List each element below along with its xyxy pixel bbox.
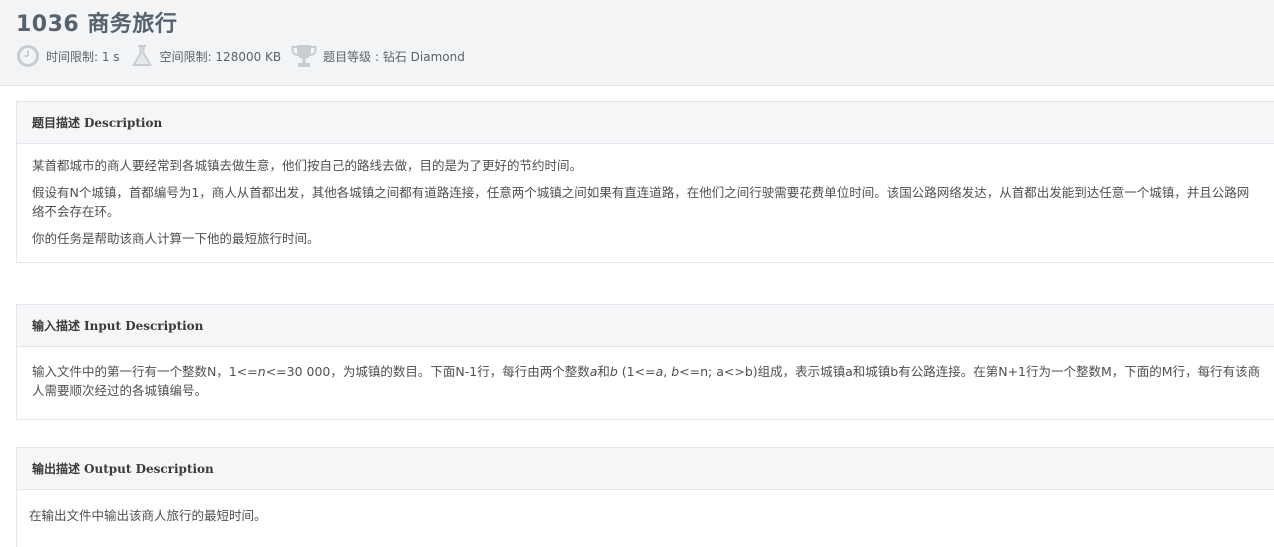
input-heading: 输入描述 Input Description — [17, 305, 1274, 347]
description-body: 某首都城市的商人要经常到各城镇去做生意，他们按自己的路线去做，目的是为了更好的节… — [17, 144, 1274, 262]
input-body: 输入文件中的第一行有一个整数N，1<=n<=30 000，为城镇的数目。下面N-… — [17, 347, 1274, 419]
problem-meta: 时间限制: 1 s 空间限制: 128000 KB 题目等级 : 钻石 Diam… — [16, 43, 475, 69]
description-heading: 题目描述 Description — [17, 102, 1274, 144]
input-panel: 输入描述 Input Description 输入文件中的第一行有一个整数N，1… — [16, 304, 1274, 420]
problem-header: 1036 商务旅行 时间限制: 1 s 空间限制: 128000 KB 题目等级… — [0, 0, 1274, 86]
output-paragraph: 在输出文件中输出该商人旅行的最短时间。 — [29, 508, 267, 523]
time-limit-text: 时间限制: 1 s — [46, 49, 120, 64]
input-text: 和 — [597, 364, 610, 379]
output-heading-en: Output Description — [84, 461, 214, 476]
description-paragraph: 假设有N个城镇，首都编号为1，商人从首都出发，其他各城镇之间都有道路连接，任意两… — [32, 185, 1250, 219]
input-var-b: b — [609, 364, 618, 379]
output-panel: 输出描述 Output Description 在输出文件中输出该商人旅行的最短… — [16, 447, 1274, 547]
input-heading-cn: 输入描述 — [32, 319, 81, 333]
input-var-n: n — [257, 364, 266, 379]
description-paragraph: 你的任务是帮助该商人计算一下他的最短旅行时间。 — [32, 231, 320, 246]
memory-limit: 空间限制: 128000 KB — [130, 44, 282, 68]
output-heading: 输出描述 Output Description — [17, 448, 1274, 490]
trophy-icon — [291, 45, 317, 67]
time-limit: 时间限制: 1 s — [16, 44, 120, 68]
output-heading-cn: 输出描述 — [32, 462, 81, 476]
description-panel: 题目描述 Description 某首都城市的商人要经常到各城镇去做生意，他们按… — [16, 101, 1274, 263]
flask-icon — [131, 45, 152, 66]
clock-icon — [17, 45, 39, 67]
description-paragraph: 某首都城市的商人要经常到各城镇去做生意，他们按自己的路线去做，目的是为了更好的节… — [32, 158, 583, 173]
input-text: 输入文件中的第一行有一个整数N，1<= — [32, 364, 258, 379]
input-text: (1<= — [617, 364, 656, 379]
problem-level-text: 题目等级 : 钻石 Diamond — [323, 49, 465, 64]
problem-level: 题目等级 : 钻石 Diamond — [291, 44, 465, 68]
input-heading-en: Input Description — [84, 318, 204, 333]
input-text: <=30 000，为城镇的数目。下面N-1行，每行由两个整数 — [265, 364, 590, 379]
problem-content: 题目描述 Description 某首都城市的商人要经常到各城镇去做生意，他们按… — [0, 86, 1274, 547]
problem-title: 1036 商务旅行 — [16, 12, 178, 37]
description-heading-en: Description — [84, 115, 163, 130]
input-paragraph: 输入文件中的第一行有一个整数N，1<=n<=30 000，为城镇的数目。下面N-… — [32, 362, 1261, 400]
output-body: 在输出文件中输出该商人旅行的最短时间。 — [17, 490, 1274, 539]
input-var-b: b — [671, 364, 680, 379]
description-heading-cn: 题目描述 — [32, 116, 81, 130]
memory-limit-text: 空间限制: 128000 KB — [159, 49, 282, 64]
